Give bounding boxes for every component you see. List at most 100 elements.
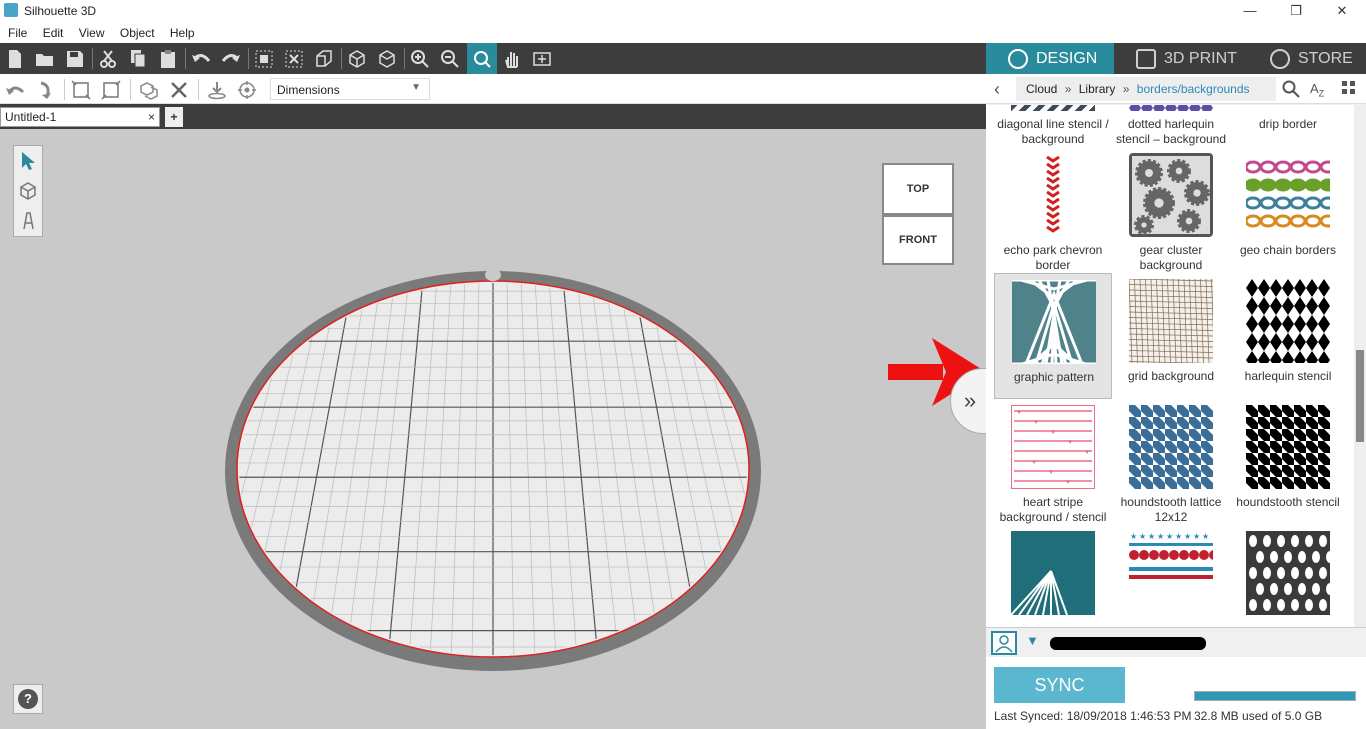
cube-top-view-icon[interactable] <box>374 46 400 71</box>
cube-view-icon[interactable] <box>344 46 370 71</box>
library-scrollbar[interactable] <box>1354 105 1366 627</box>
library-item-label: gear cluster background <box>1139 243 1203 272</box>
cube-tool-icon[interactable] <box>14 176 42 206</box>
minimize-button[interactable]: — <box>1227 0 1273 22</box>
user-avatar-icon[interactable] <box>991 631 1017 655</box>
sync-area: SYNC Last Synced: 18/09/2018 1:46:53 PM … <box>986 657 1366 729</box>
storage-usage-text: 32.8 MB used of 5.0 GB <box>1194 709 1323 723</box>
print-icon <box>1136 48 1156 69</box>
copy-icon[interactable] <box>125 46 151 71</box>
help-button[interactable]: ? <box>13 684 43 714</box>
gear-cluster-icon <box>1129 153 1213 237</box>
tab-store[interactable]: STORE <box>1248 43 1366 74</box>
library-grid[interactable]: diagonal line stencil / background dotted… <box>986 105 1354 627</box>
storage-usage-bar <box>1194 691 1356 701</box>
group-icon[interactable] <box>251 46 277 71</box>
canvas-viewport[interactable] <box>0 129 986 729</box>
svg-text:★: ★ <box>1193 532 1200 541</box>
library-item[interactable]: houndstooth lattice 12x12 <box>1112 399 1230 525</box>
fit-to-page-icon[interactable] <box>529 46 555 71</box>
svg-text:♥: ♥ <box>1034 419 1038 426</box>
library-item[interactable]: gear cluster background <box>1112 147 1230 273</box>
menu-view[interactable]: View <box>71 22 109 40</box>
add-tab-button[interactable]: + <box>165 107 183 127</box>
delete-icon[interactable] <box>166 77 192 102</box>
breadcrumb-library[interactable]: Library <box>1079 82 1116 96</box>
library-item[interactable]: houndstooth stencil <box>1229 399 1347 525</box>
tab-3d-print[interactable]: 3D PRINT <box>1114 43 1248 74</box>
scale-icon[interactable] <box>68 77 94 102</box>
print-bed <box>225 269 761 671</box>
library-item[interactable]: echo park chevron border <box>994 147 1112 273</box>
document-tab-strip: Untitled-1 × + <box>0 104 986 129</box>
library-item-label: grid background <box>1127 369 1215 383</box>
menu-file[interactable]: File <box>0 22 31 40</box>
select-arrow-icon[interactable] <box>14 146 42 176</box>
open-folder-icon[interactable] <box>32 46 58 71</box>
svg-text:♥: ♥ <box>1032 459 1036 466</box>
center-icon[interactable] <box>234 77 260 102</box>
resize-icon[interactable] <box>98 77 124 102</box>
library-item[interactable] <box>1229 525 1347 627</box>
library-item-label: heart stripe background / stencil <box>999 495 1107 524</box>
zoom-out-icon[interactable] <box>437 46 463 71</box>
breadcrumb-current[interactable]: borders/backgrounds <box>1137 82 1250 96</box>
viewcube-top[interactable]: TOP <box>882 163 954 215</box>
search-icon[interactable] <box>1282 80 1300 103</box>
scallop-border-icon: ★ ★ ★ ★ ★ ★ ★ ★ ★ <box>1129 531 1213 615</box>
library-item[interactable]: grid background <box>1112 273 1230 399</box>
cut-icon[interactable] <box>95 46 121 71</box>
library-item[interactable]: geo chain borders <box>1229 147 1347 273</box>
back-chevron-icon[interactable]: ‹ <box>994 79 1000 100</box>
menu-edit[interactable]: Edit <box>35 22 68 40</box>
pan-hand-icon[interactable] <box>499 46 525 71</box>
extrude-icon[interactable] <box>311 46 337 71</box>
zoom-fit-icon[interactable] <box>467 43 497 74</box>
menu-bar: File Edit View Object Help <box>0 22 1366 43</box>
harlequin-icon <box>1246 279 1330 363</box>
duplicate-cube-icon[interactable] <box>136 77 162 102</box>
library-item[interactable]: harlequin stencil <box>1229 273 1347 399</box>
library-item-label: diagonal line stencil / background <box>997 117 1109 146</box>
dimensions-dropdown[interactable]: Dimensions ▼ <box>270 78 430 100</box>
ungroup-icon[interactable] <box>281 46 307 71</box>
close-tab-icon[interactable]: × <box>148 110 155 124</box>
library-item[interactable]: diagonal line stencil / background <box>994 105 1112 147</box>
svg-text:★: ★ <box>1148 532 1155 541</box>
breadcrumb-cloud[interactable]: Cloud <box>1026 82 1057 96</box>
drop-to-bed-icon[interactable] <box>204 77 230 102</box>
menu-object[interactable]: Object <box>112 22 159 40</box>
sort-az-icon[interactable]: AZ <box>1310 81 1324 99</box>
library-item[interactable]: ♥ ♥ ♥ ♥ ♥ ♥ ♥ ♥ heart stripe background / stenci… <box>994 399 1112 525</box>
sync-button[interactable]: SYNC <box>994 667 1125 703</box>
maximize-button[interactable]: ❐ <box>1273 0 1319 22</box>
library-item[interactable]: dotted harlequin stencil – background <box>1112 105 1230 147</box>
menu-help[interactable]: Help <box>162 22 199 40</box>
library-item[interactable]: ★ ★ ★ ★ ★ ★ ★ ★ ★ <box>1112 525 1230 627</box>
grid-view-icon[interactable] <box>1342 81 1356 100</box>
zoom-in-icon[interactable] <box>407 46 433 71</box>
new-document-icon[interactable] <box>2 46 28 71</box>
library-item[interactable]: drip border <box>1229 105 1347 147</box>
scrollbar-thumb[interactable] <box>1356 350 1364 442</box>
rotate-left-icon[interactable] <box>2 77 28 102</box>
close-window-button[interactable]: ✕ <box>1319 0 1365 22</box>
library-item[interactable] <box>994 525 1112 627</box>
tab-design[interactable]: DESIGN <box>986 43 1114 74</box>
account-dropdown-icon[interactable]: ▼ <box>1026 633 1039 648</box>
rotate-down-icon[interactable] <box>32 77 58 102</box>
svg-text:★: ★ <box>1175 532 1182 541</box>
save-icon[interactable] <box>62 46 88 71</box>
undo-icon[interactable] <box>188 46 214 71</box>
redo-icon[interactable] <box>218 46 244 71</box>
view-cube[interactable]: TOP FRONT <box>882 163 956 265</box>
viewcube-front[interactable]: FRONT <box>882 215 954 265</box>
tab-3d-print-label: 3D PRINT <box>1164 49 1237 67</box>
tab-label: Untitled-1 <box>5 110 57 124</box>
paste-icon[interactable] <box>155 46 181 71</box>
text-tool-icon[interactable] <box>14 206 42 236</box>
drip-border-icon <box>1246 105 1330 111</box>
library-navigation: ‹ Cloud » Library » borders/backgrounds … <box>986 74 1366 104</box>
tab-untitled-1[interactable]: Untitled-1 × <box>0 107 160 127</box>
library-item[interactable]: graphic pattern <box>994 273 1112 399</box>
